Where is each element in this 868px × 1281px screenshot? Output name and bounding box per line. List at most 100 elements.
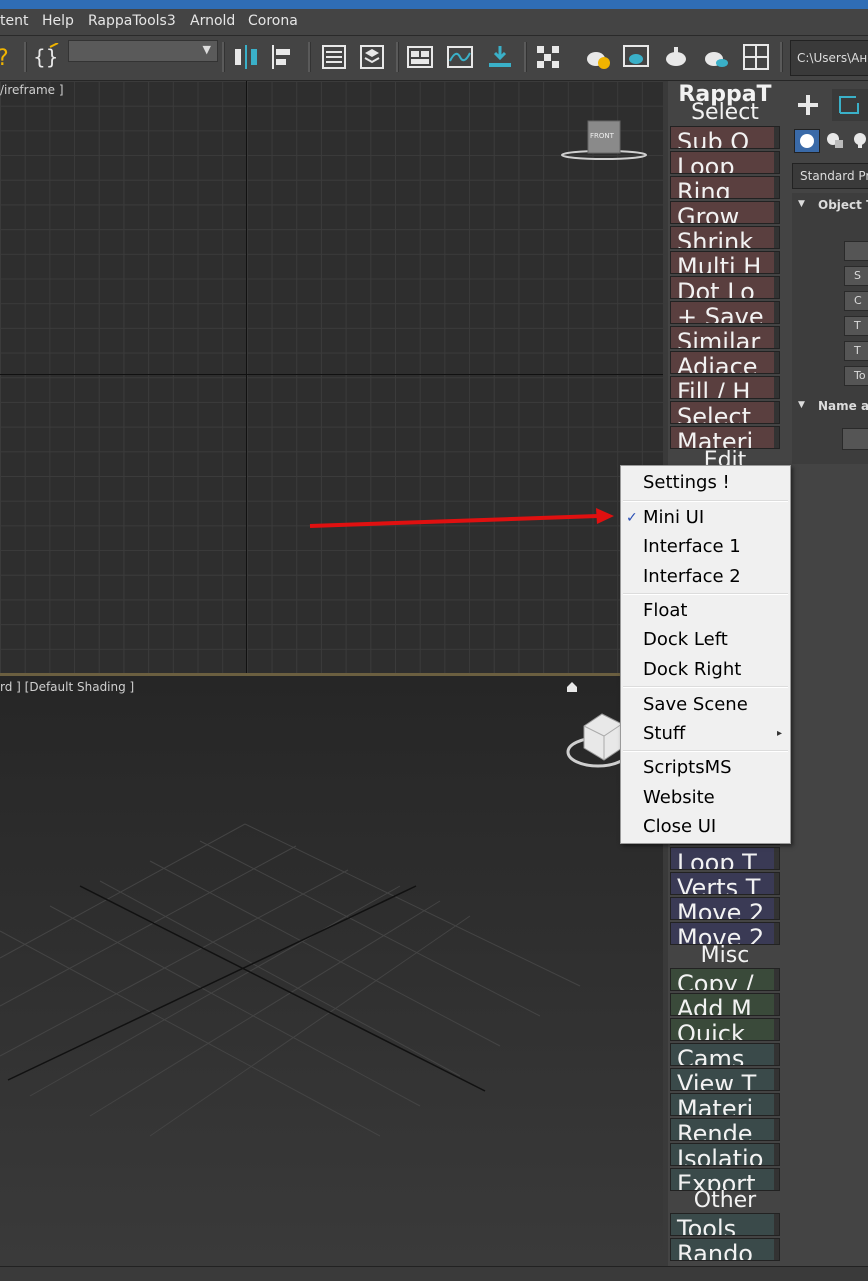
object-type-button-5[interactable]: T xyxy=(844,341,868,361)
menu-item-interface-1[interactable]: Interface 1 xyxy=(623,533,788,561)
rappatools-context-menu: Settings ! ✓ Mini UI Interface 1 Interfa… xyxy=(620,465,791,844)
menu-item-dock-right[interactable]: Dock Right xyxy=(623,656,788,684)
status-bar xyxy=(0,1266,868,1281)
lights-icon[interactable] xyxy=(852,131,868,155)
world-axis-vertical xyxy=(246,81,247,673)
menu-rappatools3[interactable]: RappaTools3 xyxy=(88,13,176,29)
rappa-button-material-misc[interactable]: Materi xyxy=(670,1093,780,1116)
object-type-button-4[interactable]: T xyxy=(844,316,868,336)
rappa-button-select[interactable]: Select xyxy=(670,401,780,424)
project-path-field[interactable]: C:\Users\Ан xyxy=(790,40,868,76)
rappa-button-loop-tools[interactable]: Loop T xyxy=(670,847,780,870)
object-type-button-3[interactable]: C xyxy=(844,291,868,311)
viewcube-face-label: FRONT xyxy=(590,132,614,140)
geometry-icon[interactable] xyxy=(794,129,820,153)
main-toolbar: ? {} ▼ C:\Users\Ан xyxy=(0,36,868,81)
menu-item-scriptsms[interactable]: ScriptsMS xyxy=(623,754,788,782)
modify-tab-icon[interactable] xyxy=(832,89,868,121)
object-type-title[interactable]: Object T xyxy=(818,198,868,212)
rappa-button-sub-object[interactable]: Sub O xyxy=(670,126,780,149)
menu-item-float[interactable]: Float xyxy=(623,597,788,625)
viewcube-top[interactable]: FRONT xyxy=(560,119,650,163)
rollout-collapse-icon[interactable]: ▼ xyxy=(798,400,805,410)
command-panel: Standard Pr ▼ Object T S C T T To ▼ Name… xyxy=(786,81,868,1266)
menu-item-stuff[interactable]: Stuff ▸ xyxy=(623,720,788,748)
rappa-button-loop[interactable]: Loop xyxy=(670,151,780,174)
perspective-viewport[interactable] xyxy=(0,676,667,1266)
layer-explorer-icon[interactable] xyxy=(358,43,386,71)
shapes-icon[interactable] xyxy=(826,131,846,155)
rappa-button-grow[interactable]: Grow xyxy=(670,201,780,224)
rappa-button-cams[interactable]: Cams xyxy=(670,1043,780,1066)
align-icon[interactable] xyxy=(268,43,296,71)
menu-item-settings[interactable]: Settings ! xyxy=(623,469,788,497)
rappa-button-ring[interactable]: Ring xyxy=(670,176,780,199)
named-selection-dropdown[interactable]: ▼ xyxy=(68,40,218,62)
grid-layout-icon[interactable] xyxy=(742,43,770,71)
rappa-button-fill-hole[interactable]: Fill / H xyxy=(670,376,780,399)
render-cloud-icon[interactable] xyxy=(702,43,730,71)
rappa-button-view-tools[interactable]: View T xyxy=(670,1068,780,1091)
render-production-icon[interactable] xyxy=(662,43,690,71)
toggle-ribbon-icon[interactable] xyxy=(406,43,434,71)
perspective-viewport-label[interactable]: rd ] [Default Shading ] xyxy=(0,680,134,694)
rappa-button-copy[interactable]: Copy / xyxy=(670,968,780,991)
toolbar-separator xyxy=(308,42,311,72)
menu-corona[interactable]: Corona xyxy=(248,13,298,29)
curve-editor-icon[interactable] xyxy=(446,43,474,71)
toolbar-separator xyxy=(396,42,399,72)
scene-explorer-icon[interactable] xyxy=(320,43,348,71)
other-heading: Other xyxy=(693,1188,757,1213)
top-viewport-label[interactable]: /ireframe ] xyxy=(0,83,64,97)
rappa-button-adjacent[interactable]: Adjace xyxy=(670,351,780,374)
rappa-button-quick[interactable]: Quick xyxy=(670,1018,780,1041)
mirror-icon[interactable] xyxy=(232,43,260,71)
rappa-button-move-2b[interactable]: Move 2 xyxy=(670,922,780,945)
rappa-button-shrink[interactable]: Shrink xyxy=(670,226,780,249)
rappa-button-similar[interactable]: Similar xyxy=(670,326,780,349)
rollout-collapse-icon[interactable]: ▼ xyxy=(798,199,805,209)
object-name-field[interactable] xyxy=(842,428,868,450)
menu-item-close-ui[interactable]: Close UI xyxy=(623,813,788,841)
rappa-button-move-2a[interactable]: Move 2 xyxy=(670,897,780,920)
menu-separator xyxy=(623,500,788,502)
top-viewport[interactable]: FRONT xyxy=(0,81,667,673)
rappa-button-isolation[interactable]: Isolatio xyxy=(670,1143,780,1166)
menu-help[interactable]: Help xyxy=(42,13,74,29)
render-setup-icon[interactable] xyxy=(584,43,612,71)
rappa-button-material[interactable]: Materi xyxy=(670,426,780,449)
menu-item-mini-ui[interactable]: ✓ Mini UI xyxy=(623,504,788,532)
rappa-button-tools[interactable]: Tools xyxy=(670,1213,780,1236)
menu-separator xyxy=(623,593,788,595)
rappa-button-add-modifier[interactable]: Add M xyxy=(670,993,780,1016)
menu-item-website[interactable]: Website xyxy=(623,784,788,812)
menu-content[interactable]: tent xyxy=(0,13,28,29)
rappa-button-verts-tools[interactable]: Verts T xyxy=(670,872,780,895)
material-editor-icon[interactable] xyxy=(534,43,562,71)
name-and-color-title[interactable]: Name a xyxy=(818,399,868,413)
create-tab-icon[interactable] xyxy=(796,93,820,121)
home-icon[interactable] xyxy=(566,678,578,692)
misc-heading: Misc xyxy=(700,943,750,968)
object-category-dropdown[interactable]: Standard Pr xyxy=(792,163,868,189)
menu-item-save-scene[interactable]: Save Scene xyxy=(623,691,788,719)
object-type-button-6[interactable]: To xyxy=(844,366,868,386)
menu-arnold[interactable]: Arnold xyxy=(190,13,235,29)
object-type-button-1[interactable] xyxy=(844,241,868,261)
svg-text:?: ? xyxy=(0,46,9,69)
object-type-button-2[interactable]: S xyxy=(844,266,868,286)
menu-item-dock-left[interactable]: Dock Left xyxy=(623,626,788,654)
help-icon[interactable]: ? xyxy=(0,43,20,71)
schematic-view-icon[interactable] xyxy=(486,43,514,71)
rendered-frame-window-icon[interactable] xyxy=(622,43,650,71)
rappa-button-render[interactable]: Rende xyxy=(670,1118,780,1141)
menu-item-interface-2[interactable]: Interface 2 xyxy=(623,563,788,591)
maxscript-icon[interactable]: {} xyxy=(32,43,60,71)
chevron-down-icon: ▼ xyxy=(202,43,211,56)
menu-separator xyxy=(623,750,788,752)
rappa-button-dot-loop[interactable]: Dot Lo xyxy=(670,276,780,299)
name-and-color-rollout: ▼ Name a xyxy=(792,394,868,464)
rappa-button-save[interactable]: + Save xyxy=(670,301,780,324)
rappa-button-random[interactable]: Rando xyxy=(670,1238,780,1261)
rappa-button-multi-h[interactable]: Multi H xyxy=(670,251,780,274)
